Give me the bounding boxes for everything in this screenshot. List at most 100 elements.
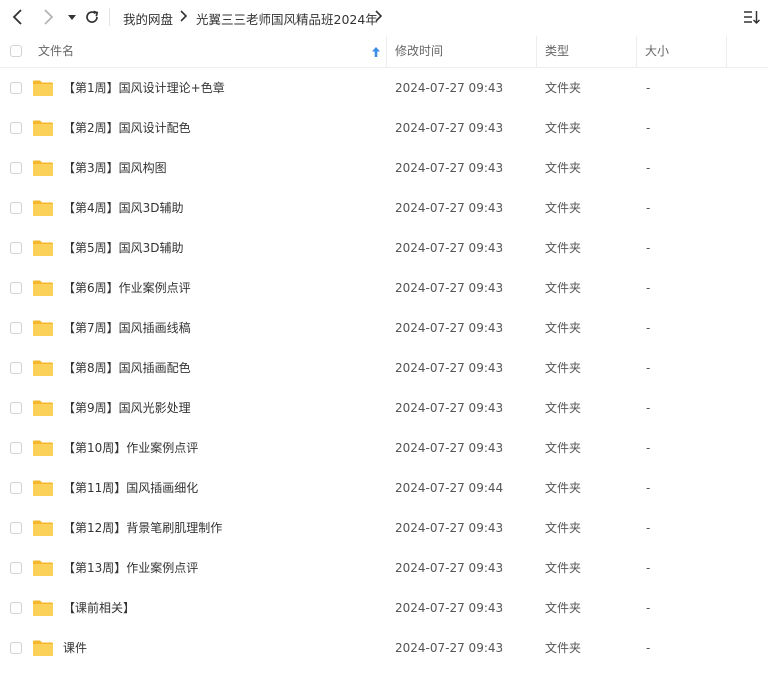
row-checkbox[interactable] — [10, 282, 22, 294]
file-row[interactable]: 【第12周】背景笔刷肌理制作 2024-07-27 09:43 文件夹 - — [0, 508, 768, 548]
file-size: - — [646, 601, 651, 615]
column-header-modified[interactable]: 修改时间 — [395, 36, 443, 67]
back-button[interactable] — [9, 8, 27, 26]
sort-options-button[interactable] — [743, 8, 761, 26]
file-modified: 2024-07-27 09:43 — [395, 161, 504, 175]
row-checkbox[interactable] — [10, 122, 22, 134]
refresh-icon — [86, 10, 99, 23]
row-checkbox[interactable] — [10, 202, 22, 214]
row-checkbox[interactable] — [10, 602, 22, 614]
row-checkbox[interactable] — [10, 642, 22, 654]
file-row[interactable]: 【第8周】国风插画配色 2024-07-27 09:43 文件夹 - — [0, 348, 768, 388]
arrow-up-icon — [372, 47, 380, 57]
caret-down-icon — [68, 15, 76, 20]
toolbar-divider — [109, 8, 110, 26]
file-size: - — [646, 561, 651, 575]
file-row[interactable]: 【第11周】国风插画细化 2024-07-27 09:44 文件夹 - — [0, 468, 768, 508]
file-name[interactable]: 【第4周】国风3D辅助 — [63, 188, 184, 228]
sort-icon — [744, 11, 761, 25]
file-modified: 2024-07-27 09:43 — [395, 241, 504, 255]
breadcrumb-separator-icon — [180, 10, 188, 22]
history-dropdown-button[interactable] — [63, 8, 81, 26]
file-name[interactable]: 【第13周】作业案例点评 — [63, 548, 198, 588]
file-row[interactable]: 【第6周】作业案例点评 2024-07-27 09:43 文件夹 - — [0, 268, 768, 308]
file-size: - — [646, 441, 651, 455]
file-row[interactable]: 课件 2024-07-27 09:43 文件夹 - — [0, 628, 768, 668]
file-modified: 2024-07-27 09:43 — [395, 601, 504, 615]
file-modified: 2024-07-27 09:43 — [395, 361, 504, 375]
file-size: - — [646, 121, 651, 135]
folder-icon — [33, 320, 53, 336]
file-modified: 2024-07-27 09:43 — [395, 401, 504, 415]
row-checkbox[interactable] — [10, 362, 22, 374]
file-size: - — [646, 321, 651, 335]
file-name[interactable]: 【第11周】国风插画细化 — [63, 468, 198, 508]
folder-icon — [33, 480, 53, 496]
file-row[interactable]: 【第10周】作业案例点评 2024-07-27 09:43 文件夹 - — [0, 428, 768, 468]
file-row[interactable]: 【第5周】国风3D辅助 2024-07-27 09:43 文件夹 - — [0, 228, 768, 268]
row-checkbox[interactable] — [10, 402, 22, 414]
file-name[interactable]: 【第2周】国风设计配色 — [63, 108, 191, 148]
chevron-right-icon — [44, 9, 54, 25]
row-checkbox[interactable] — [10, 82, 22, 94]
column-header-type[interactable]: 类型 — [545, 36, 569, 67]
file-name[interactable]: 【第5周】国风3D辅助 — [63, 228, 184, 268]
file-modified: 2024-07-27 09:44 — [395, 481, 504, 495]
file-type: 文件夹 — [545, 401, 582, 415]
breadcrumb-root[interactable]: 我的网盘 — [123, 9, 173, 28]
file-name[interactable]: 【第7周】国风插画线稿 — [63, 308, 191, 348]
row-checkbox[interactable] — [10, 562, 22, 574]
folder-icon — [33, 560, 53, 576]
folder-icon — [33, 80, 53, 96]
file-row[interactable]: 【第9周】国风光影处理 2024-07-27 09:43 文件夹 - — [0, 388, 768, 428]
column-divider[interactable] — [536, 36, 537, 67]
file-row[interactable]: 【第4周】国风3D辅助 2024-07-27 09:43 文件夹 - — [0, 188, 768, 228]
forward-button[interactable] — [39, 8, 57, 26]
file-row[interactable]: 【第2周】国风设计配色 2024-07-27 09:43 文件夹 - — [0, 108, 768, 148]
file-row[interactable]: 【第1周】国风设计理论+色章 2024-07-27 09:43 文件夹 - — [0, 68, 768, 108]
column-header-size[interactable]: 大小 — [645, 36, 669, 67]
file-type: 文件夹 — [545, 521, 582, 535]
refresh-button[interactable] — [83, 8, 101, 26]
file-name[interactable]: 【第8周】国风插画配色 — [63, 348, 191, 388]
file-size: - — [646, 361, 651, 375]
file-name[interactable]: 【第6周】作业案例点评 — [63, 268, 191, 308]
file-row[interactable]: 【第13周】作业案例点评 2024-07-27 09:43 文件夹 - — [0, 548, 768, 588]
row-checkbox[interactable] — [10, 242, 22, 254]
breadcrumb-current[interactable]: 光翼三三老师国风精品班2024年 — [196, 9, 378, 28]
file-name[interactable]: 课件 — [63, 628, 87, 668]
row-checkbox[interactable] — [10, 442, 22, 454]
column-divider[interactable] — [636, 36, 637, 67]
file-name[interactable]: 【第1周】国风设计理论+色章 — [63, 68, 225, 108]
breadcrumb-separator-icon — [375, 10, 383, 22]
column-divider[interactable] — [726, 36, 727, 67]
file-modified: 2024-07-27 09:43 — [395, 521, 504, 535]
file-name[interactable]: 【第10周】作业案例点评 — [63, 428, 198, 468]
file-type: 文件夹 — [545, 281, 582, 295]
file-name[interactable]: 【第12周】背景笔刷肌理制作 — [63, 508, 222, 548]
file-modified: 2024-07-27 09:43 — [395, 201, 504, 215]
file-modified: 2024-07-27 09:43 — [395, 321, 504, 335]
file-type: 文件夹 — [545, 241, 582, 255]
file-type: 文件夹 — [545, 561, 582, 575]
folder-icon — [33, 640, 53, 656]
folder-icon — [33, 360, 53, 376]
file-row[interactable]: 【第7周】国风插画线稿 2024-07-27 09:43 文件夹 - — [0, 308, 768, 348]
file-name[interactable]: 【课前相关】 — [63, 588, 135, 628]
folder-icon — [33, 200, 53, 216]
column-header-name[interactable]: 文件名 — [38, 36, 74, 67]
select-all-checkbox[interactable] — [10, 45, 22, 57]
file-row[interactable]: 【课前相关】 2024-07-27 09:43 文件夹 - — [0, 588, 768, 628]
file-type: 文件夹 — [545, 81, 582, 95]
column-divider[interactable] — [386, 36, 387, 67]
file-modified: 2024-07-27 09:43 — [395, 641, 504, 655]
file-name[interactable]: 【第3周】国风构图 — [63, 148, 167, 188]
file-name[interactable]: 【第9周】国风光影处理 — [63, 388, 191, 428]
row-checkbox[interactable] — [10, 522, 22, 534]
file-type: 文件夹 — [545, 361, 582, 375]
file-size: - — [646, 161, 651, 175]
row-checkbox[interactable] — [10, 162, 22, 174]
file-row[interactable]: 【第3周】国风构图 2024-07-27 09:43 文件夹 - — [0, 148, 768, 188]
row-checkbox[interactable] — [10, 322, 22, 334]
row-checkbox[interactable] — [10, 482, 22, 494]
